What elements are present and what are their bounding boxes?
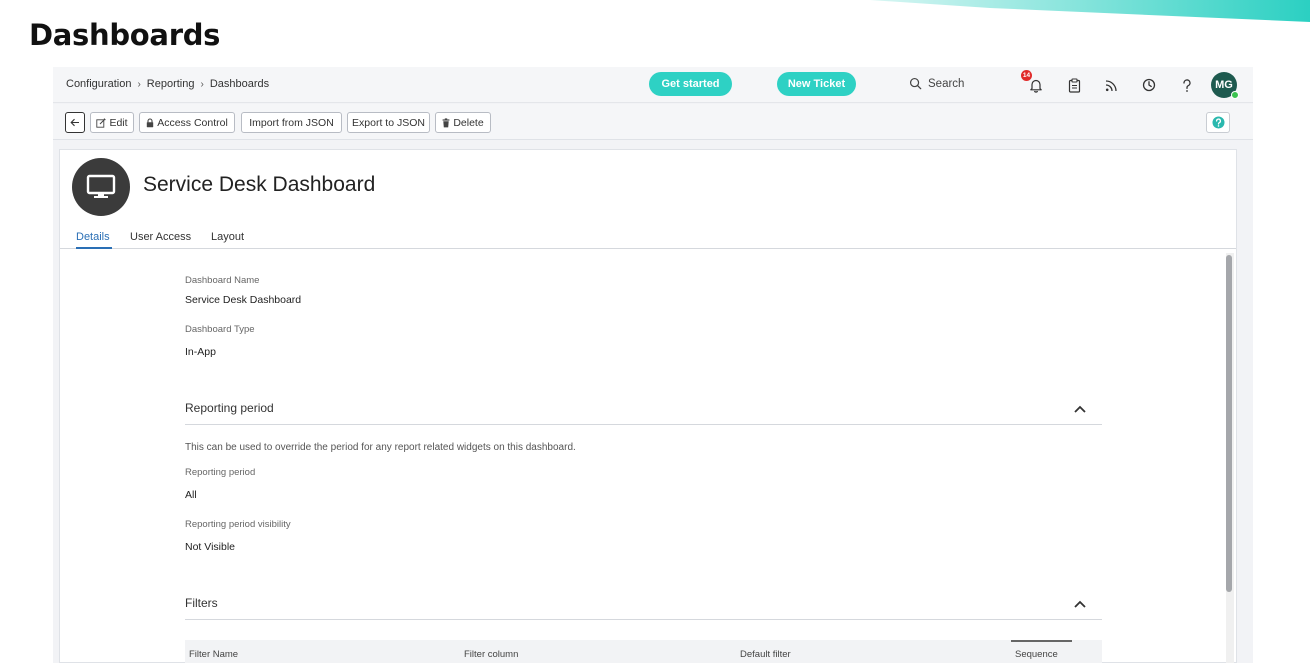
- notification-badge: 14: [1021, 70, 1032, 81]
- arrow-left-icon: [70, 118, 79, 127]
- search-button[interactable]: Search: [909, 77, 964, 90]
- new-ticket-button[interactable]: New Ticket: [777, 72, 856, 96]
- edit-icon: [96, 117, 107, 128]
- breadcrumb-configuration[interactable]: Configuration: [66, 78, 131, 90]
- tab-user-access[interactable]: User Access: [130, 231, 191, 243]
- tab-layout[interactable]: Layout: [211, 231, 244, 243]
- tab-details[interactable]: Details: [76, 231, 110, 243]
- dashboard-detail-panel: Service Desk Dashboard Details User Acce…: [59, 149, 1237, 663]
- bell-icon: [1030, 79, 1042, 93]
- breadcrumb-reporting[interactable]: Reporting: [147, 78, 195, 90]
- question-circle-icon: [1212, 116, 1224, 129]
- chevron-right-icon: ›: [137, 78, 141, 90]
- dashboard-name-label: Dashboard Name: [185, 275, 260, 286]
- column-filter-name[interactable]: Filter Name: [189, 649, 238, 660]
- get-started-button[interactable]: Get started: [649, 72, 732, 96]
- monitor-icon: [72, 158, 130, 216]
- export-json-label: Export to JSON: [352, 116, 425, 129]
- reporting-period-section-title[interactable]: Reporting period: [185, 401, 274, 415]
- reporting-visibility-value: Not Visible: [185, 541, 235, 553]
- action-toolbar: Edit Access Control Import from JSON Exp…: [53, 104, 1253, 140]
- dashboard-name-value: Service Desk Dashboard: [185, 294, 302, 306]
- tab-bar: Details User Access Layout: [60, 230, 1236, 249]
- reporting-visibility-label: Reporting period visibility: [185, 519, 291, 530]
- column-filter-column[interactable]: Filter column: [464, 649, 518, 660]
- scrollbar[interactable]: [1226, 253, 1234, 663]
- import-json-button[interactable]: Import from JSON: [241, 112, 342, 133]
- dashboard-type-label: Dashboard Type: [185, 324, 255, 335]
- app-window: Configuration › Reporting › Dashboards G…: [53, 67, 1253, 663]
- context-help-button[interactable]: [1206, 112, 1230, 133]
- history-button[interactable]: [1140, 76, 1158, 94]
- clipboard-icon: [1068, 77, 1080, 93]
- breadcrumb-dashboards[interactable]: Dashboards: [210, 78, 269, 90]
- reporting-period-label: Reporting period: [185, 467, 256, 478]
- decorative-ribbon: [870, 0, 1310, 22]
- breadcrumb: Configuration › Reporting › Dashboards: [66, 78, 269, 90]
- section-divider: [185, 619, 1102, 620]
- dashboard-type-value: In-App: [185, 346, 216, 358]
- edit-label: Edit: [109, 116, 128, 129]
- active-tab-indicator: [76, 247, 112, 249]
- column-default-filter[interactable]: Default filter: [740, 649, 791, 660]
- trash-icon: [442, 117, 450, 127]
- help-button[interactable]: [1178, 76, 1196, 94]
- access-control-label: Access Control: [157, 116, 228, 129]
- chevron-up-icon[interactable]: [1073, 599, 1087, 609]
- clock-icon: [1142, 78, 1156, 92]
- lock-icon: [146, 117, 154, 127]
- search-icon: [909, 77, 922, 90]
- access-control-button[interactable]: Access Control: [139, 112, 235, 133]
- reporting-period-description: This can be used to override the period …: [185, 442, 576, 453]
- section-divider: [185, 424, 1102, 425]
- sort-indicator: [1011, 640, 1072, 642]
- delete-label: Delete: [453, 116, 484, 129]
- search-label: Search: [928, 77, 965, 90]
- top-bar: Configuration › Reporting › Dashboards G…: [53, 67, 1253, 103]
- column-sequence[interactable]: Sequence: [1015, 649, 1058, 660]
- reporting-period-value: All: [185, 489, 197, 501]
- delete-button[interactable]: Delete: [435, 112, 491, 133]
- page-title: Service Desk Dashboard: [143, 173, 376, 196]
- back-button[interactable]: [65, 112, 85, 133]
- help-icon: [1183, 78, 1191, 92]
- filters-section-title[interactable]: Filters: [185, 596, 218, 610]
- clipboard-button[interactable]: [1065, 76, 1083, 94]
- chevron-up-icon[interactable]: [1073, 404, 1087, 414]
- edit-button[interactable]: Edit: [90, 112, 134, 133]
- feed-button[interactable]: [1102, 76, 1120, 94]
- scrollbar-thumb[interactable]: [1226, 255, 1232, 592]
- import-json-label: Import from JSON: [249, 116, 334, 129]
- filters-table-header: Filter Name Filter column Default filter…: [185, 640, 1102, 663]
- online-status-dot: [1231, 91, 1239, 99]
- chevron-right-icon: ›: [200, 78, 204, 90]
- slide-title: Dashboards: [29, 18, 221, 52]
- export-json-button[interactable]: Export to JSON: [347, 112, 430, 133]
- rss-icon: [1105, 79, 1117, 91]
